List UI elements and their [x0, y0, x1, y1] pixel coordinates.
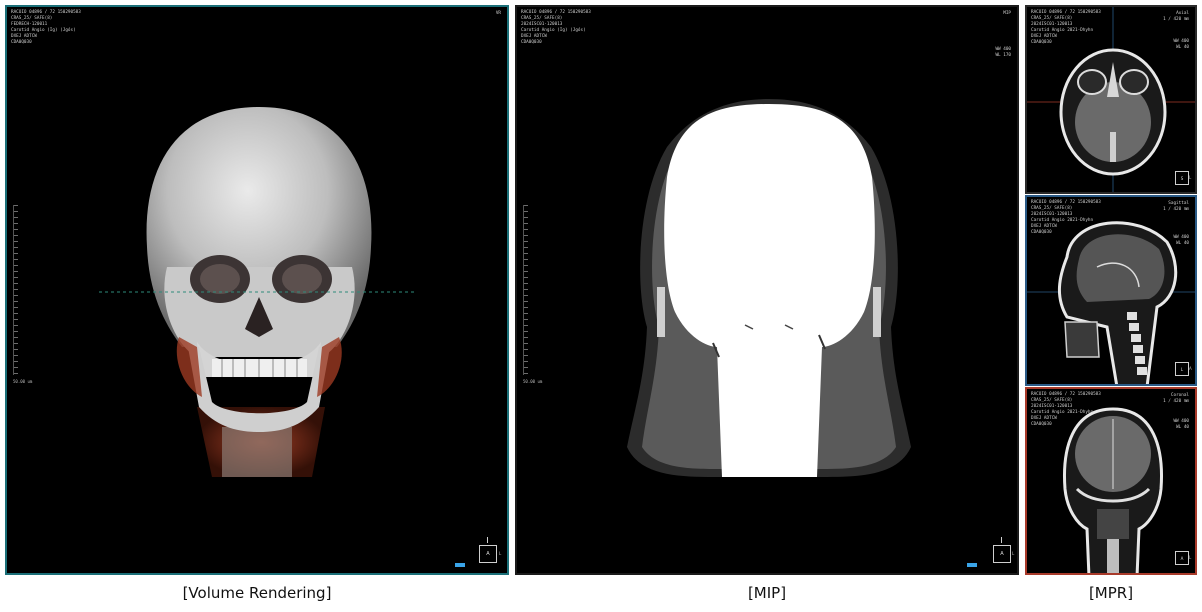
mpr-sagittal-viewport[interactable]: RACOIO 04896 / 72 150290583 CRAS_25/ SAF… — [1025, 195, 1197, 386]
caption-mpr: [MPR] — [1088, 584, 1134, 602]
sagittal-orientation-cube[interactable]: L — [1175, 362, 1189, 376]
caption-mip: [MIP] — [747, 584, 787, 602]
vr-scale-label: 50.00 um — [13, 379, 33, 384]
mpr-axial-viewport[interactable]: RACOIO 04896 / 72 150290583 CRAS_25/ SAF… — [1025, 5, 1197, 194]
coronal-orientation-side: L — [1189, 555, 1192, 560]
vr-status-badge — [455, 563, 465, 567]
axial-patient-info: RACOIO 04896 / 72 150290583 CRAS_25/ SAF… — [1031, 10, 1101, 45]
vr-orientation-tick — [487, 537, 488, 543]
skull-3d-render — [99, 107, 417, 477]
mip-render — [627, 99, 911, 477]
sagittal-view-label: Sagittal 1 / 420 mm — [1163, 201, 1189, 212]
sagittal-orientation-side: A — [1189, 366, 1192, 371]
coronal-patient-info: RACOIO 04896 / 72 150290583 CRAS_25/ SAF… — [1031, 392, 1101, 427]
axial-orientation-cube[interactable]: S — [1175, 171, 1189, 185]
coronal-window-level: WW 400 WL 40 — [1173, 419, 1189, 430]
vr-mode-label: VR — [495, 11, 501, 16]
sagittal-window-level: WW 400 WL 40 — [1173, 235, 1189, 246]
mip-orientation-tick — [1001, 537, 1002, 543]
mip-viewport[interactable]: RACOIO 04896 / 72 150290583 CRAS_25/ SAF… — [515, 5, 1019, 575]
vr-scale-ruler — [13, 205, 18, 375]
axial-window-level: WW 400 WL 40 — [1173, 39, 1189, 50]
coronal-view-label: Coronal 1 / 420 mm — [1163, 393, 1189, 404]
vr-orientation-cube[interactable]: A — [479, 545, 497, 563]
sagittal-patient-info: RACOIO 04896 / 72 150290583 CRAS_25/ SAF… — [1031, 200, 1101, 235]
vr-patient-info: RACOIO 04896 / 72 150290583 CRAS_25/ SAF… — [11, 10, 81, 45]
mip-orientation-side: L — [1012, 551, 1015, 556]
mip-patient-info: RACOIO 04896 / 72 150290583 CRAS_25/ SAF… — [521, 10, 591, 45]
vr-orientation-side: L — [499, 551, 502, 556]
mip-mode-label: MIP — [1003, 11, 1011, 16]
caption-volume-rendering: [Volume Rendering] — [182, 584, 332, 602]
axial-orientation-side: L — [1189, 175, 1192, 180]
axial-view-label: Axial 1 / 420 mm — [1163, 11, 1189, 22]
mip-scale-label: 50.00 um — [523, 379, 543, 384]
mip-status-badge — [967, 563, 977, 567]
mpr-coronal-viewport[interactable]: RACOIO 04896 / 72 150290583 CRAS_25/ SAF… — [1025, 387, 1197, 575]
mip-orientation-cube[interactable]: A — [993, 545, 1011, 563]
mip-scale-ruler — [523, 205, 528, 375]
volume-rendering-viewport[interactable]: RACOIO 04896 / 72 150290583 CRAS_25/ SAF… — [5, 5, 509, 575]
mip-window-level: WW 400 WL 170 — [995, 47, 1011, 58]
coronal-orientation-cube[interactable]: A — [1175, 551, 1189, 565]
